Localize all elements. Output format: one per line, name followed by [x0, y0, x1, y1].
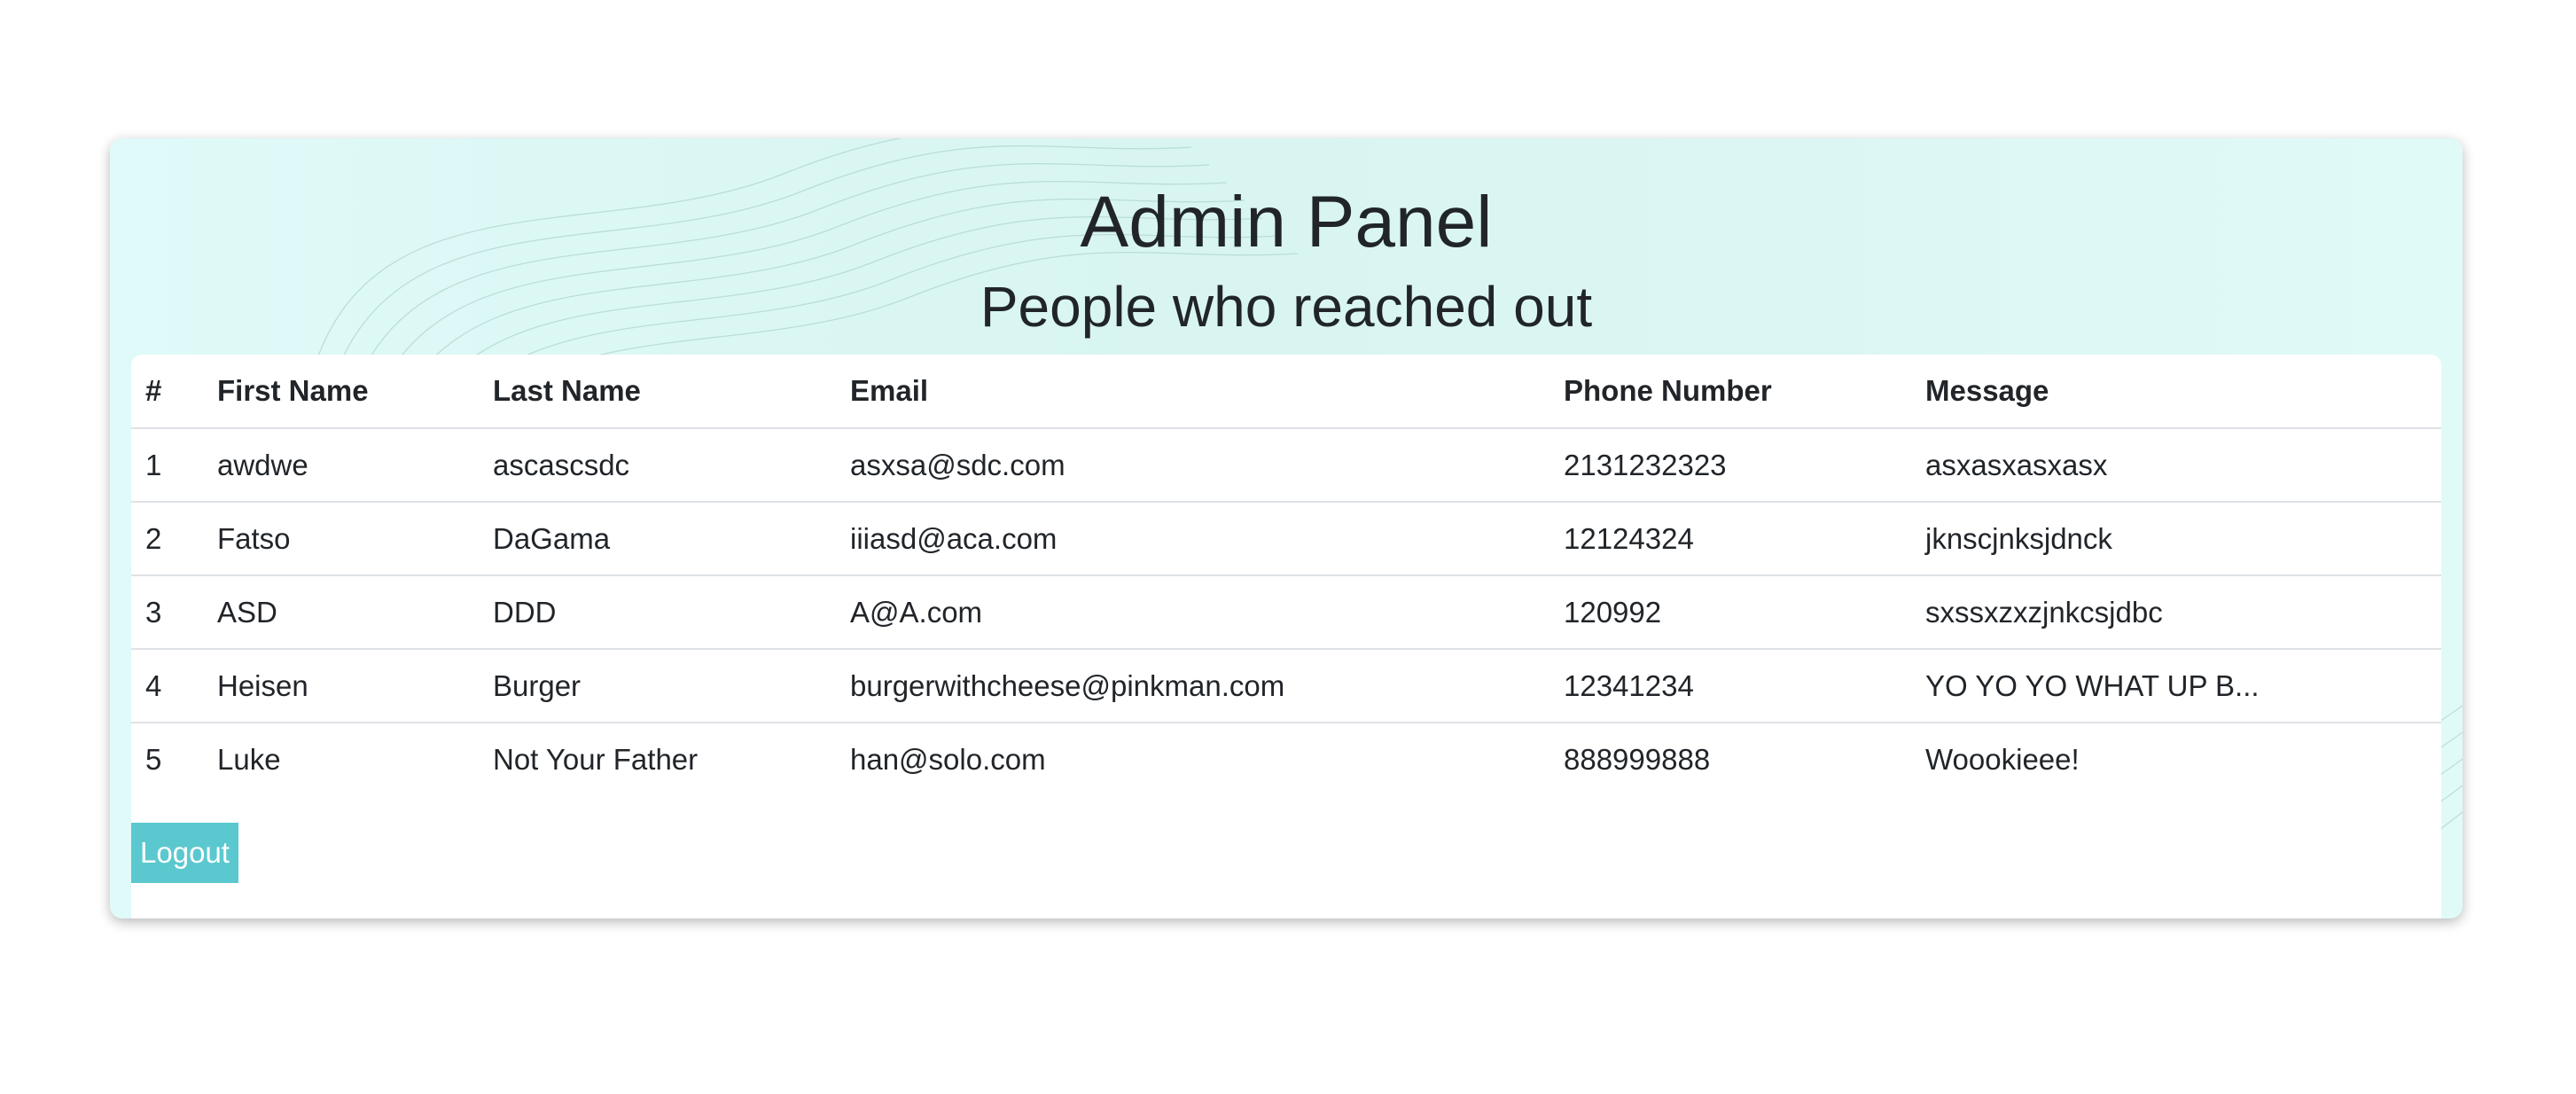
cell-email: han@solo.com [836, 722, 1550, 795]
table-row: 5 Luke Not Your Father han@solo.com 8889… [131, 722, 2441, 795]
cell-last-name: Burger [479, 648, 836, 723]
cell-last-name: Not Your Father [479, 722, 836, 795]
page-subtitle: People who reached out [980, 275, 1593, 339]
cell-index: 1 [131, 427, 203, 502]
table-row: 3 ASD DDD A@A.com 120992 sxssxzxzjnkcsjd… [131, 574, 2441, 649]
cell-email: burgerwithcheese@pinkman.com [836, 648, 1550, 723]
cell-email: iiiasd@aca.com [836, 501, 1550, 575]
cell-last-name: DaGama [479, 501, 836, 575]
table-row: 4 Heisen Burger burgerwithcheese@pinkman… [131, 648, 2441, 723]
table-row: 1 awdwe ascascsdc asxsa@sdc.com 21312323… [131, 427, 2441, 502]
cell-last-name: DDD [479, 574, 836, 649]
cell-email: A@A.com [836, 574, 1550, 649]
cell-email: asxsa@sdc.com [836, 427, 1550, 502]
contacts-table-container: # First Name Last Name Email Phone Numbe… [131, 355, 2441, 918]
page-title: Admin Panel [1080, 182, 1493, 262]
cell-index: 5 [131, 722, 203, 795]
cell-index: 4 [131, 648, 203, 723]
column-header-message: Message [1925, 374, 2049, 407]
cell-first-name: awdwe [203, 427, 479, 502]
cell-phone: 888999888 [1550, 722, 1911, 795]
cell-message: asxasxasxasx [1911, 427, 2441, 502]
cell-phone: 12341234 [1550, 648, 1911, 723]
cell-last-name: ascascsdc [479, 427, 836, 502]
column-header-email: Email [850, 374, 929, 407]
cell-message: YO YO YO WHAT UP B... [1911, 648, 2441, 723]
cell-first-name: ASD [203, 574, 479, 649]
cell-phone: 12124324 [1550, 501, 1911, 575]
table-header-row: # First Name Last Name Email Phone Numbe… [131, 355, 2441, 428]
admin-panel-card: Admin Panel People who reached out # Fir… [110, 138, 2463, 918]
cell-phone: 120992 [1550, 574, 1911, 649]
cell-first-name: Heisen [203, 648, 479, 723]
contacts-table: # First Name Last Name Email Phone Numbe… [131, 355, 2441, 795]
cell-first-name: Fatso [203, 501, 479, 575]
cell-phone: 2131232323 [1550, 427, 1911, 502]
column-header-phone: Phone Number [1564, 374, 1772, 407]
column-header-index: # [145, 374, 162, 407]
cell-index: 2 [131, 501, 203, 575]
column-header-last-name: Last Name [493, 374, 641, 407]
logout-button[interactable]: Logout [131, 823, 238, 883]
cell-message: jknscjnksjdnck [1911, 501, 2441, 575]
column-header-first-name: First Name [217, 374, 369, 407]
cell-message: Woookieee! [1911, 722, 2441, 795]
cell-message: sxssxzxzjnkcsjdbc [1911, 574, 2441, 649]
cell-first-name: Luke [203, 722, 479, 795]
table-row: 2 Fatso DaGama iiiasd@aca.com 12124324 j… [131, 501, 2441, 575]
cell-index: 3 [131, 574, 203, 649]
